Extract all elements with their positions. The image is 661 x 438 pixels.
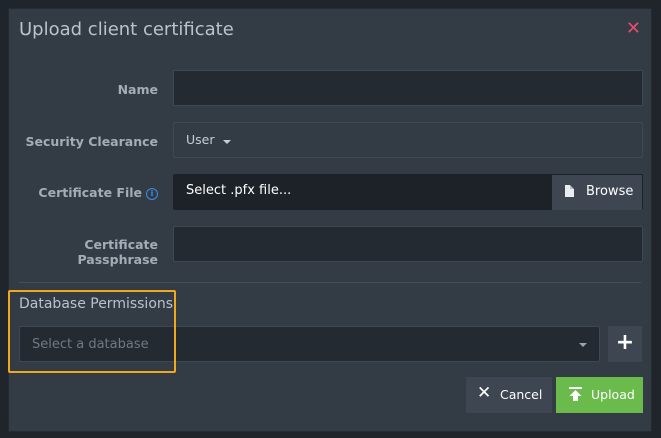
- chevron-down-icon: [223, 140, 231, 144]
- name-label: Name: [117, 82, 158, 97]
- certificate-file-label-text: Certificate File: [38, 185, 142, 200]
- name-input[interactable]: [173, 70, 643, 106]
- upload-label: Upload: [591, 387, 635, 402]
- upload-certificate-dialog: Upload client certificate ✕ Name Securit…: [8, 8, 652, 432]
- browse-label: Browse: [586, 184, 634, 199]
- close-icon[interactable]: ✕: [626, 19, 641, 39]
- x-icon: ✕: [477, 383, 492, 403]
- info-icon[interactable]: i: [146, 187, 158, 200]
- cancel-label: Cancel: [500, 387, 543, 402]
- certificate-file-label: Certificate File i: [18, 185, 158, 200]
- chevron-down-icon: [579, 343, 587, 347]
- file-icon: [565, 185, 574, 197]
- security-clearance-label: Security Clearance: [25, 134, 158, 149]
- cancel-button[interactable]: ✕ Cancel: [466, 377, 552, 413]
- certificate-file-input[interactable]: Select .pfx file... Browse: [173, 174, 643, 210]
- certificate-file-value: Select .pfx file...: [186, 183, 292, 198]
- add-database-button[interactable]: +: [608, 326, 642, 362]
- upload-button[interactable]: Upload: [556, 377, 643, 413]
- highlight-box: [8, 290, 176, 373]
- plus-icon: +: [615, 330, 635, 355]
- upload-icon: [569, 387, 582, 401]
- divider: [19, 282, 641, 283]
- security-clearance-value: User: [186, 132, 215, 147]
- dialog-title: Upload client certificate: [19, 19, 234, 40]
- browse-button[interactable]: Browse: [552, 175, 642, 210]
- security-clearance-select[interactable]: User: [173, 122, 643, 158]
- certificate-passphrase-label: Certificate Passphrase: [77, 237, 158, 267]
- certificate-passphrase-input[interactable]: [173, 226, 643, 262]
